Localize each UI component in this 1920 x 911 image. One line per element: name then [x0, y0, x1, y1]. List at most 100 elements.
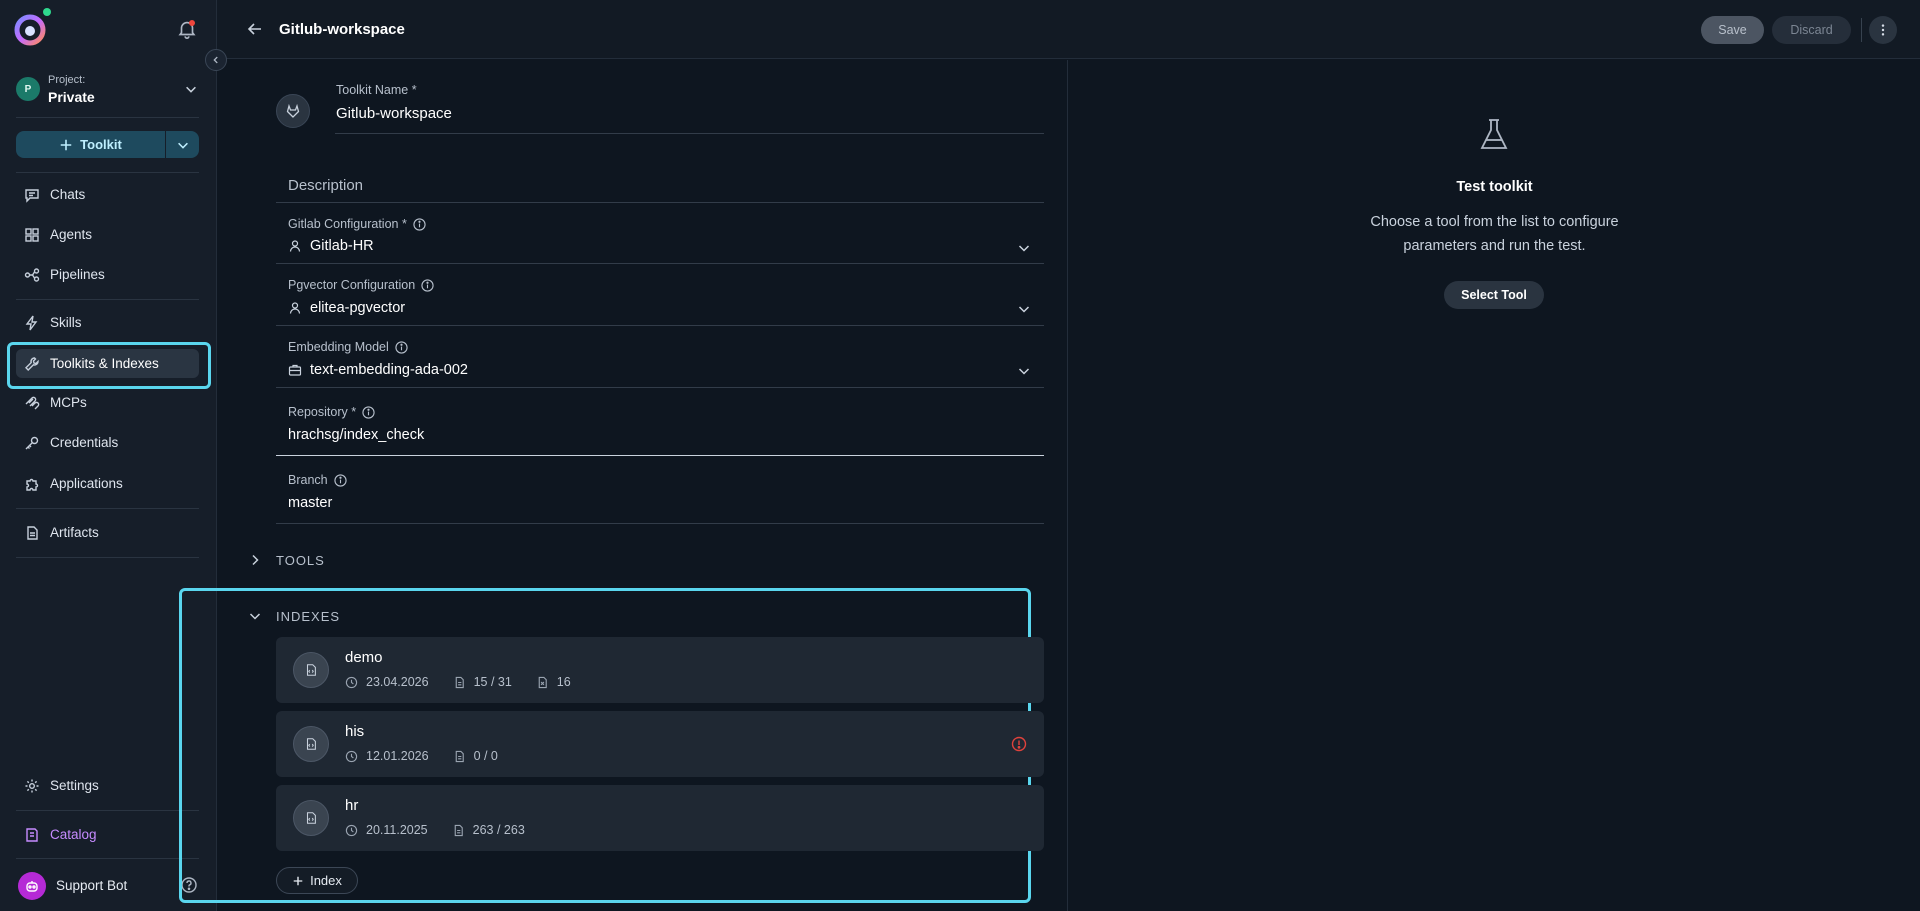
chevron-down-icon — [184, 82, 198, 96]
chevron-down-icon[interactable] — [1017, 364, 1031, 378]
project-avatar: P — [16, 77, 40, 101]
info-icon[interactable] — [333, 473, 347, 487]
support-bot-avatar[interactable] — [18, 872, 46, 900]
divider — [16, 117, 199, 118]
tools-section-header[interactable]: TOOLS — [276, 553, 325, 568]
test-toolkit-description: Choose a tool from the list to configure… — [1370, 214, 1619, 254]
index-date: 20.11.2025 — [366, 823, 428, 837]
add-index-button[interactable]: Index — [276, 867, 358, 894]
embedding-model-select[interactable]: text-embedding-ada-002 — [288, 362, 468, 378]
mcp-icon — [25, 396, 40, 409]
gitlab-config-label-text: Gitlab Configuration * — [288, 217, 407, 231]
info-icon[interactable] — [413, 217, 426, 231]
plus-icon — [293, 876, 303, 885]
index-name: hr — [345, 797, 359, 814]
more-vertical-icon — [1881, 24, 1885, 36]
gear-icon — [25, 779, 39, 792]
collapse-sidebar-button[interactable] — [205, 49, 227, 71]
catalog-icon — [26, 827, 38, 842]
index-name: his — [345, 723, 365, 740]
document-icon — [455, 676, 464, 688]
sidebar-item-applications[interactable]: Applications — [16, 469, 199, 498]
add-index-label: Index — [310, 873, 342, 888]
chevron-down-icon[interactable] — [1017, 241, 1031, 255]
info-icon[interactable] — [421, 278, 434, 292]
index-docs-count: 15 / 31 — [473, 675, 512, 689]
app-logo-icon[interactable] — [14, 14, 46, 46]
sidebar-item-mcps[interactable]: MCPs — [16, 388, 199, 417]
index-chunks-count: 16 — [556, 675, 571, 689]
project-selector[interactable]: P Project: Private — [14, 71, 204, 109]
save-button[interactable]: Save — [1701, 16, 1764, 44]
branch-input[interactable]: master — [288, 495, 332, 511]
info-icon[interactable] — [395, 340, 408, 354]
branch-label: Branch — [288, 473, 347, 487]
sidebar-item-artifacts[interactable]: Artifacts — [16, 518, 199, 547]
sidebar-item-label: Credentials — [50, 435, 119, 450]
clock-icon — [345, 676, 358, 688]
index-file-icon — [293, 726, 329, 762]
field-underline — [276, 387, 1044, 388]
embedding-value: text-embedding-ada-002 — [310, 362, 468, 378]
page-header: Gitlub-workspace Save Discard — [217, 0, 1920, 59]
index-docs-count: 0 / 0 — [473, 749, 498, 763]
sidebar-item-agents[interactable]: Agents — [16, 220, 199, 249]
toolkit-name-input[interactable]: Gitlub-workspace — [336, 105, 452, 122]
create-toolkit-button[interactable]: Toolkit — [16, 131, 165, 158]
highlight-frame — [7, 342, 211, 389]
warning-icon[interactable] — [1011, 736, 1027, 752]
document-icon — [454, 824, 463, 836]
clock-icon — [345, 750, 358, 762]
sidebar-item-pipelines[interactable]: Pipelines — [16, 260, 199, 289]
more-options-button[interactable] — [1869, 16, 1897, 44]
index-file-icon — [293, 652, 329, 688]
artifact-icon — [27, 525, 38, 540]
panel-divider — [1067, 60, 1068, 911]
project-name: Private — [48, 89, 95, 105]
embedding-label-text: Embedding Model — [288, 340, 389, 354]
pipeline-icon — [24, 267, 40, 282]
indexes-section-header[interactable]: INDEXES — [276, 609, 340, 624]
divider — [16, 172, 199, 173]
gitlab-config-label: Gitlab Configuration * — [288, 217, 426, 231]
description-field[interactable]: Description — [288, 177, 363, 194]
index-card[interactable]: his 12.01.2026 0 / 0 — [276, 711, 1044, 777]
select-tool-button[interactable]: Select Tool — [1444, 281, 1544, 309]
toolkit-form: Toolkit Name * Gitlub-workspace Descript… — [179, 60, 1068, 911]
sidebar-item-skills[interactable]: Skills — [16, 308, 199, 337]
sidebar-item-label: Chats — [50, 187, 86, 202]
user-icon — [289, 240, 301, 252]
repository-label: Repository * — [288, 405, 375, 419]
chevron-down-icon — [177, 142, 188, 149]
sidebar-item-label: Pipelines — [50, 267, 105, 282]
field-underline-focused — [276, 455, 1044, 456]
back-arrow-icon[interactable] — [245, 19, 265, 39]
support-bot-label[interactable]: Support Bot — [56, 878, 127, 893]
field-underline — [276, 202, 1044, 203]
chevron-down-icon[interactable] — [248, 609, 262, 623]
discard-button[interactable]: Discard — [1772, 16, 1851, 44]
index-card[interactable]: demo 23.04.2026 15 / 31 16 — [276, 637, 1044, 703]
sidebar-item-settings[interactable]: Settings — [16, 771, 199, 800]
chevron-right-icon[interactable] — [248, 553, 262, 567]
sidebar-item-chats[interactable]: Chats — [16, 180, 199, 209]
repository-input[interactable]: hrachsg/index_check — [288, 427, 424, 443]
sidebar-item-label: Settings — [50, 778, 99, 793]
create-toolkit-label: Toolkit — [80, 137, 122, 152]
gitlab-config-select[interactable]: Gitlab-HR — [288, 238, 374, 254]
toolkit-name-label: Toolkit Name * — [336, 83, 417, 97]
branch-label-text: Branch — [288, 473, 328, 487]
gitlab-icon — [286, 103, 300, 118]
chevron-down-icon[interactable] — [1017, 302, 1031, 316]
toolkit-avatar[interactable] — [276, 94, 310, 128]
sidebar-item-catalog[interactable]: Catalog — [16, 820, 199, 849]
notification-badge — [189, 20, 195, 26]
pgvector-config-select[interactable]: elitea-pgvector — [288, 300, 405, 316]
create-toolkit-dropdown-button[interactable] — [166, 131, 199, 158]
info-icon[interactable] — [362, 405, 375, 419]
pgvector-value: elitea-pgvector — [310, 300, 406, 316]
sidebar-item-credentials[interactable]: Credentials — [16, 428, 199, 457]
divider — [16, 810, 199, 811]
index-card[interactable]: hr 20.11.2025 263 / 263 — [276, 785, 1044, 851]
field-underline — [335, 133, 1044, 134]
